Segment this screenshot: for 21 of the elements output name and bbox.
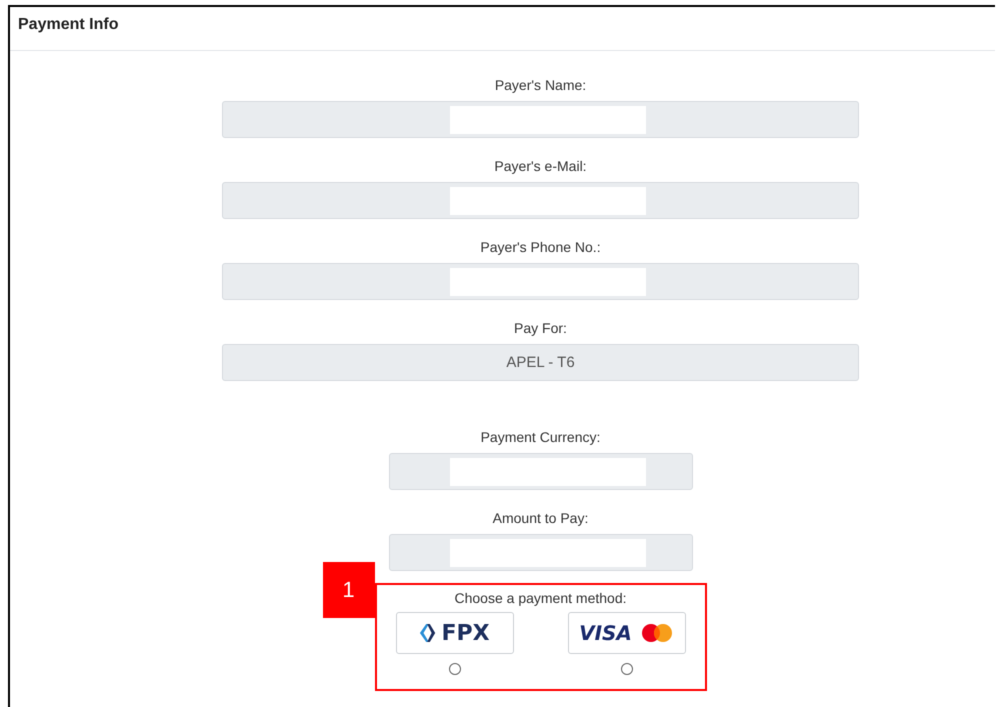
circles-logo-icon bbox=[640, 623, 674, 643]
input-field[interactable] bbox=[388, 453, 692, 490]
diamond-logo-icon bbox=[419, 622, 438, 644]
field-label: Payment Currency: bbox=[480, 429, 600, 445]
radio-button[interactable] bbox=[620, 663, 632, 675]
fpx-logo-button[interactable]: FPX bbox=[396, 612, 514, 654]
method-label: Choose a payment method: bbox=[454, 590, 626, 606]
field-label: Pay For: bbox=[514, 320, 567, 336]
input-field[interactable] bbox=[388, 534, 692, 571]
field-label: Payer's Phone No.: bbox=[480, 239, 601, 255]
input-field[interactable]: APEL - T6 bbox=[222, 344, 859, 381]
field-label: Payer's Name: bbox=[494, 77, 586, 93]
field-label: Amount to Pay: bbox=[492, 510, 588, 526]
input-field[interactable] bbox=[222, 263, 859, 300]
field-label: Payer's e-Mail: bbox=[494, 158, 587, 174]
input-field[interactable] bbox=[222, 182, 859, 219]
callout-number: 1 bbox=[322, 562, 374, 618]
card-logo-button[interactable]: VISA bbox=[568, 612, 686, 654]
panel-title: Payment Info bbox=[18, 16, 118, 33]
input-field[interactable] bbox=[222, 101, 859, 138]
radio-button[interactable] bbox=[448, 663, 460, 675]
